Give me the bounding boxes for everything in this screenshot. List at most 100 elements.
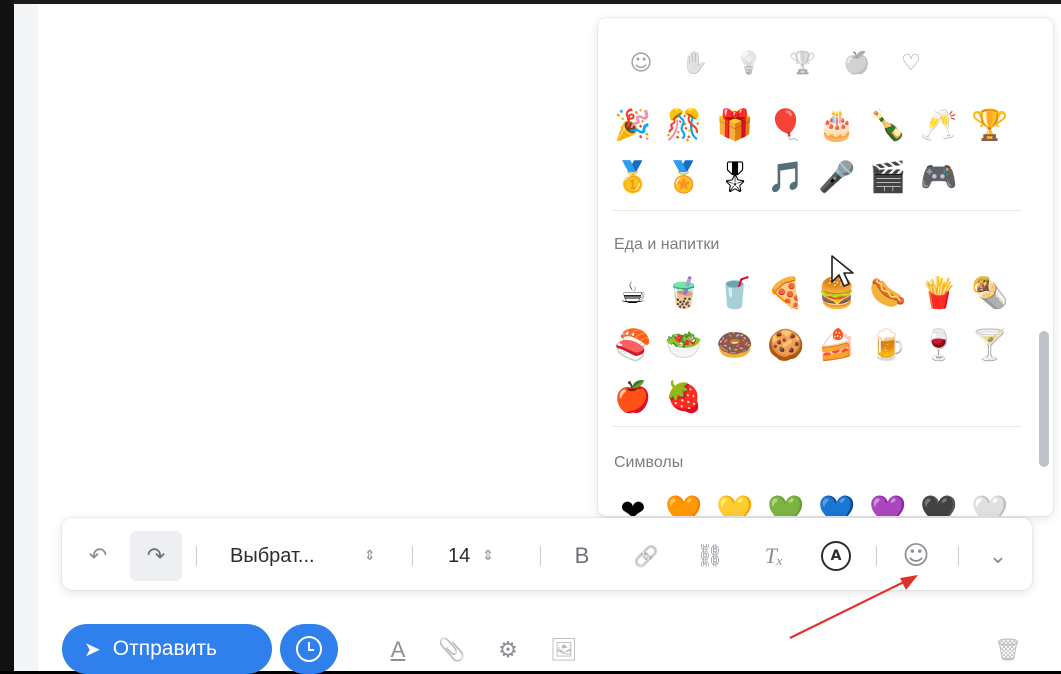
undo-button[interactable]: ↶	[72, 531, 124, 581]
insert-image-button[interactable]: 🖼	[546, 632, 582, 668]
toolbar-separator	[540, 546, 541, 566]
emoji-item[interactable]: 🎵	[765, 156, 807, 198]
emoji-item[interactable]: 🍺	[867, 324, 909, 366]
clock-icon	[296, 636, 322, 662]
emoji-item[interactable]: 🎈	[765, 104, 807, 146]
image-icon: 🖼	[550, 637, 578, 663]
emoji-item[interactable]: 🍷	[918, 324, 960, 366]
redo-icon: ↷	[146, 543, 166, 569]
send-icon: ➤	[84, 637, 101, 661]
emoji-category-tab-objects[interactable]: 💡	[734, 48, 764, 78]
emoji-item[interactable]: 🍰	[816, 324, 858, 366]
undo-icon: ↶	[88, 543, 108, 569]
emoji-category-tab-symbols[interactable]: ♡	[896, 48, 926, 78]
emoji-item[interactable]: 🏅	[663, 156, 705, 198]
toolbar-separator	[876, 546, 877, 566]
emoji-item[interactable]: 🎊	[663, 104, 705, 146]
emoji-item[interactable]: 🍸	[969, 324, 1011, 366]
emoji-item[interactable]: 🍟	[918, 272, 960, 314]
emoji-category-tabs: ☺ ✋ 💡 🏆 🍏 ♡	[626, 48, 926, 78]
emoji-item[interactable]: 💜	[867, 490, 909, 517]
section-title-food: Еда и напитки	[614, 236, 720, 253]
emoji-item[interactable]: 🎉	[612, 104, 654, 146]
emoji-item[interactable]: 💙	[816, 490, 858, 517]
text-format-button[interactable]: A	[380, 632, 416, 668]
send-button[interactable]: ➤ Отправить	[62, 624, 272, 674]
bold-label: B	[574, 543, 590, 568]
send-button-label: Отправить	[112, 637, 217, 660]
spinner-arrows-icon: ⇕	[482, 548, 494, 564]
autocorrect-button[interactable]: A	[810, 531, 862, 581]
emoji-item[interactable]: 🎖	[714, 156, 756, 198]
delete-draft-button[interactable]: 🗑	[990, 632, 1026, 668]
chevron-down-icon: ⌄	[988, 543, 1008, 569]
unlink-icon: ⛓	[696, 543, 724, 569]
font-size-value: 14	[448, 544, 471, 567]
emoji-item[interactable]: 🍩	[714, 324, 756, 366]
emoji-grid-activities: 🎉 🎊 🎁 🎈 🎂 🍾 🥂 🏆 🥇 🏅 🎖 🎵 🎤 🎬 🎮	[612, 104, 1020, 198]
emoji-item[interactable]: 🎤	[816, 156, 858, 198]
spinner-arrows-icon: ⇕	[364, 548, 376, 564]
insert-link-button[interactable]: 🔗	[620, 531, 672, 581]
smileys-category-icon: ☺	[629, 50, 653, 76]
bold-button[interactable]: B	[556, 531, 608, 581]
emoji-item[interactable]: 🍎	[612, 376, 654, 418]
emoji-item[interactable]: 🥂	[918, 104, 960, 146]
clear-format-icon: Tₓ	[764, 543, 784, 568]
text-format-icon: A	[390, 637, 406, 662]
emoji-item[interactable]: 🧋	[663, 272, 705, 314]
paperclip-icon: 📎	[438, 637, 466, 663]
emoji-category-tab-activities[interactable]: 🏆	[788, 48, 818, 78]
emoji-item[interactable]: 🎁	[714, 104, 756, 146]
clear-formatting-button[interactable]: Tₓ	[748, 531, 800, 581]
emoji-grid-food: ☕ 🧋 🥤 🍕 🍔 🌭 🍟 🌯 🍣 🥗 🍩 🍪 🍰 🍺 🍷 🍸 🍎 🍓	[612, 272, 1020, 418]
emoji-item[interactable]: 🧡	[663, 490, 705, 517]
formatting-toolbar: ↶ ↷ Выбрат... ⇕ 14 ⇕ B 🔗 ⛓ Tₓ A ☺ ⌄	[62, 518, 1032, 590]
toolbar-separator	[196, 546, 197, 566]
emoji-item[interactable]: 🍣	[612, 324, 654, 366]
people-category-icon: ✋	[681, 50, 709, 76]
emoji-item[interactable]: 🍕	[765, 272, 807, 314]
reel-icon: ⚙	[498, 637, 518, 663]
attach-file-button[interactable]: 📎	[434, 632, 470, 668]
attach-from-cloud-button[interactable]: ⚙	[490, 632, 526, 668]
emoji-category-tab-food[interactable]: 🍏	[842, 48, 872, 78]
emoji-item[interactable]: ❤	[612, 490, 654, 517]
emoji-item[interactable]: 💚	[765, 490, 807, 517]
emoji-item[interactable]: 🥇	[612, 156, 654, 198]
emoji-item[interactable]: 🍪	[765, 324, 807, 366]
schedule-send-button[interactable]	[280, 624, 338, 674]
symbols-category-icon: ♡	[901, 50, 921, 76]
emoji-item[interactable]: 🏆	[969, 104, 1011, 146]
emoji-item[interactable]: 🌭	[867, 272, 909, 314]
emoji-picker: ☺ ✋ 💡 🏆 🍏 ♡ 🎉 🎊 🎁 🎈 🎂 🍾 🥂 🏆 🥇 🏅 🎖 🎵 🎤 🎬 🎮 Еда и напитки ☕ 🧋 🥤…	[598, 18, 1053, 516]
emoji-item[interactable]: 🥤	[714, 272, 756, 314]
emoji-category-tab-people[interactable]: ✋	[680, 48, 710, 78]
font-size-select[interactable]: 14 ⇕	[448, 536, 494, 576]
toolbar-separator	[958, 546, 959, 566]
emoji-item[interactable]: 🎮	[918, 156, 960, 198]
redo-button[interactable]: ↷	[130, 531, 182, 581]
window-left-edge	[0, 0, 14, 671]
emoji-item[interactable]: 🥗	[663, 324, 705, 366]
emoji-item[interactable]: 🌯	[969, 272, 1011, 314]
section-divider	[612, 210, 1022, 211]
font-family-select[interactable]: Выбрат... ⇕	[230, 536, 376, 576]
emoji-button[interactable]: ☺	[890, 531, 942, 581]
emoji-item[interactable]: 🤍	[969, 490, 1011, 517]
emoji-item[interactable]: 💛	[714, 490, 756, 517]
more-options-button[interactable]: ⌄	[972, 531, 1024, 581]
emoji-category-tab-smileys[interactable]: ☺	[626, 48, 656, 78]
remove-link-button[interactable]: ⛓	[684, 531, 736, 581]
smiley-icon: ☺	[902, 541, 930, 571]
emoji-item[interactable]: 🎂	[816, 104, 858, 146]
emoji-item[interactable]: 🍾	[867, 104, 909, 146]
emoji-item[interactable]: ☕	[612, 272, 654, 314]
section-divider	[612, 426, 1022, 427]
emoji-item[interactable]: 🍓	[663, 376, 705, 418]
emoji-item[interactable]: 🖤	[918, 490, 960, 517]
activities-category-icon: 🏆	[789, 50, 817, 76]
objects-category-icon: 💡	[735, 50, 763, 76]
emoji-item[interactable]: 🎬	[867, 156, 909, 198]
emoji-scrollbar-thumb[interactable]	[1039, 331, 1049, 467]
